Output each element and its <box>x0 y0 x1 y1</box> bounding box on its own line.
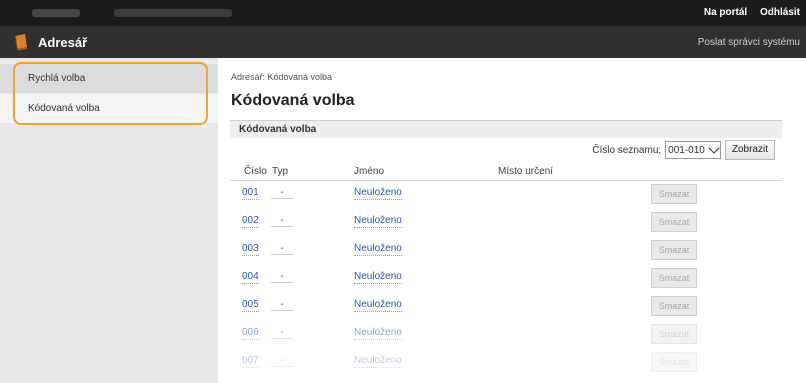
list-number-value: 001-010 <box>668 144 705 156</box>
entry-number-link[interactable]: 004 <box>242 271 259 284</box>
admin-mail-link[interactable]: Poslat správci systému <box>698 37 800 48</box>
entry-number-link[interactable]: 005 <box>242 299 259 312</box>
entry-name-link[interactable]: Neuloženo <box>354 355 402 368</box>
list-number-label: Číslo seznamu: <box>592 144 662 156</box>
entry-type: - <box>271 355 293 367</box>
table-row: 006 - Neuloženo Smazat <box>230 322 782 346</box>
section-header: Kódovaná volba <box>230 120 782 138</box>
table-header: Číslo Typ Jméno Místo určení <box>230 166 782 181</box>
entry-number-link[interactable]: 007 <box>242 355 259 368</box>
column-number: Číslo <box>244 166 267 177</box>
table-row: 007 - Neuloženo Smazat <box>230 350 782 374</box>
highlight-frame <box>13 62 208 125</box>
table-row: 002 - Neuloženo Smazat <box>230 210 782 234</box>
app-title: Adresář <box>38 35 88 50</box>
show-button[interactable]: Zobrazit <box>724 140 775 160</box>
table-row: 001 - Neuloženo Smazat <box>230 182 782 206</box>
entry-number-link[interactable]: 001 <box>242 187 259 200</box>
section-title: Kódovaná volba <box>239 124 317 135</box>
delete-button[interactable]: Smazat <box>651 184 697 204</box>
column-name: Jméno <box>354 166 385 177</box>
entry-name-link[interactable]: Neuloženo <box>354 187 402 200</box>
delete-button[interactable]: Smazat <box>651 296 697 316</box>
entry-type: - <box>271 271 293 283</box>
blurred-device-info <box>114 9 232 17</box>
entry-number-link[interactable]: 006 <box>242 327 259 340</box>
column-destination: Místo určení <box>498 166 554 177</box>
top-bar: Na portál Odhlásit <box>0 0 806 26</box>
entry-name-link[interactable]: Neuloženo <box>354 271 402 284</box>
portal-link[interactable]: Na portál <box>704 7 747 18</box>
delete-button[interactable]: Smazat <box>651 324 697 344</box>
page-title: Kódovaná volba <box>231 92 355 109</box>
top-links: Na portál Odhlásit <box>694 7 800 18</box>
delete-button[interactable]: Smazat <box>651 212 697 232</box>
list-number-select[interactable]: 001-010 <box>665 141 721 159</box>
main-content: Adresář: Kódovaná volba Kódovaná volba K… <box>218 58 806 383</box>
breadcrumb: Adresář: Kódovaná volba <box>231 72 333 82</box>
entry-type: - <box>271 327 293 339</box>
delete-button[interactable]: Smazat <box>651 268 697 288</box>
table-row: 005 - Neuloženo Smazat <box>230 294 782 318</box>
title-bar: Adresář Poslat správci systému <box>0 26 806 58</box>
entry-name-link[interactable]: Neuloženo <box>354 327 402 340</box>
entry-number-link[interactable]: 003 <box>242 243 259 256</box>
entry-name-link[interactable]: Neuloženo <box>354 299 402 312</box>
column-type: Typ <box>272 166 289 177</box>
entry-number-link[interactable]: 002 <box>242 215 259 228</box>
address-book-icon <box>15 34 27 51</box>
entry-type: - <box>271 187 293 199</box>
list-selector: Číslo seznamu: 001-010 Zobrazit <box>592 140 775 160</box>
blurred-device-name <box>32 9 80 17</box>
entry-name-link[interactable]: Neuloženo <box>354 243 402 256</box>
delete-button[interactable]: Smazat <box>651 240 697 260</box>
entry-type: - <box>271 243 293 255</box>
entry-name-link[interactable]: Neuloženo <box>354 215 402 228</box>
table-row: 004 - Neuloženo Smazat <box>230 266 782 290</box>
entry-type: - <box>271 299 293 311</box>
chevron-down-icon <box>708 142 720 154</box>
delete-button[interactable]: Smazat <box>651 352 697 372</box>
header-divider <box>230 180 782 181</box>
entry-type: - <box>271 215 293 227</box>
table-row: 003 - Neuloženo Smazat <box>230 238 782 262</box>
logout-link[interactable]: Odhlásit <box>760 7 800 18</box>
